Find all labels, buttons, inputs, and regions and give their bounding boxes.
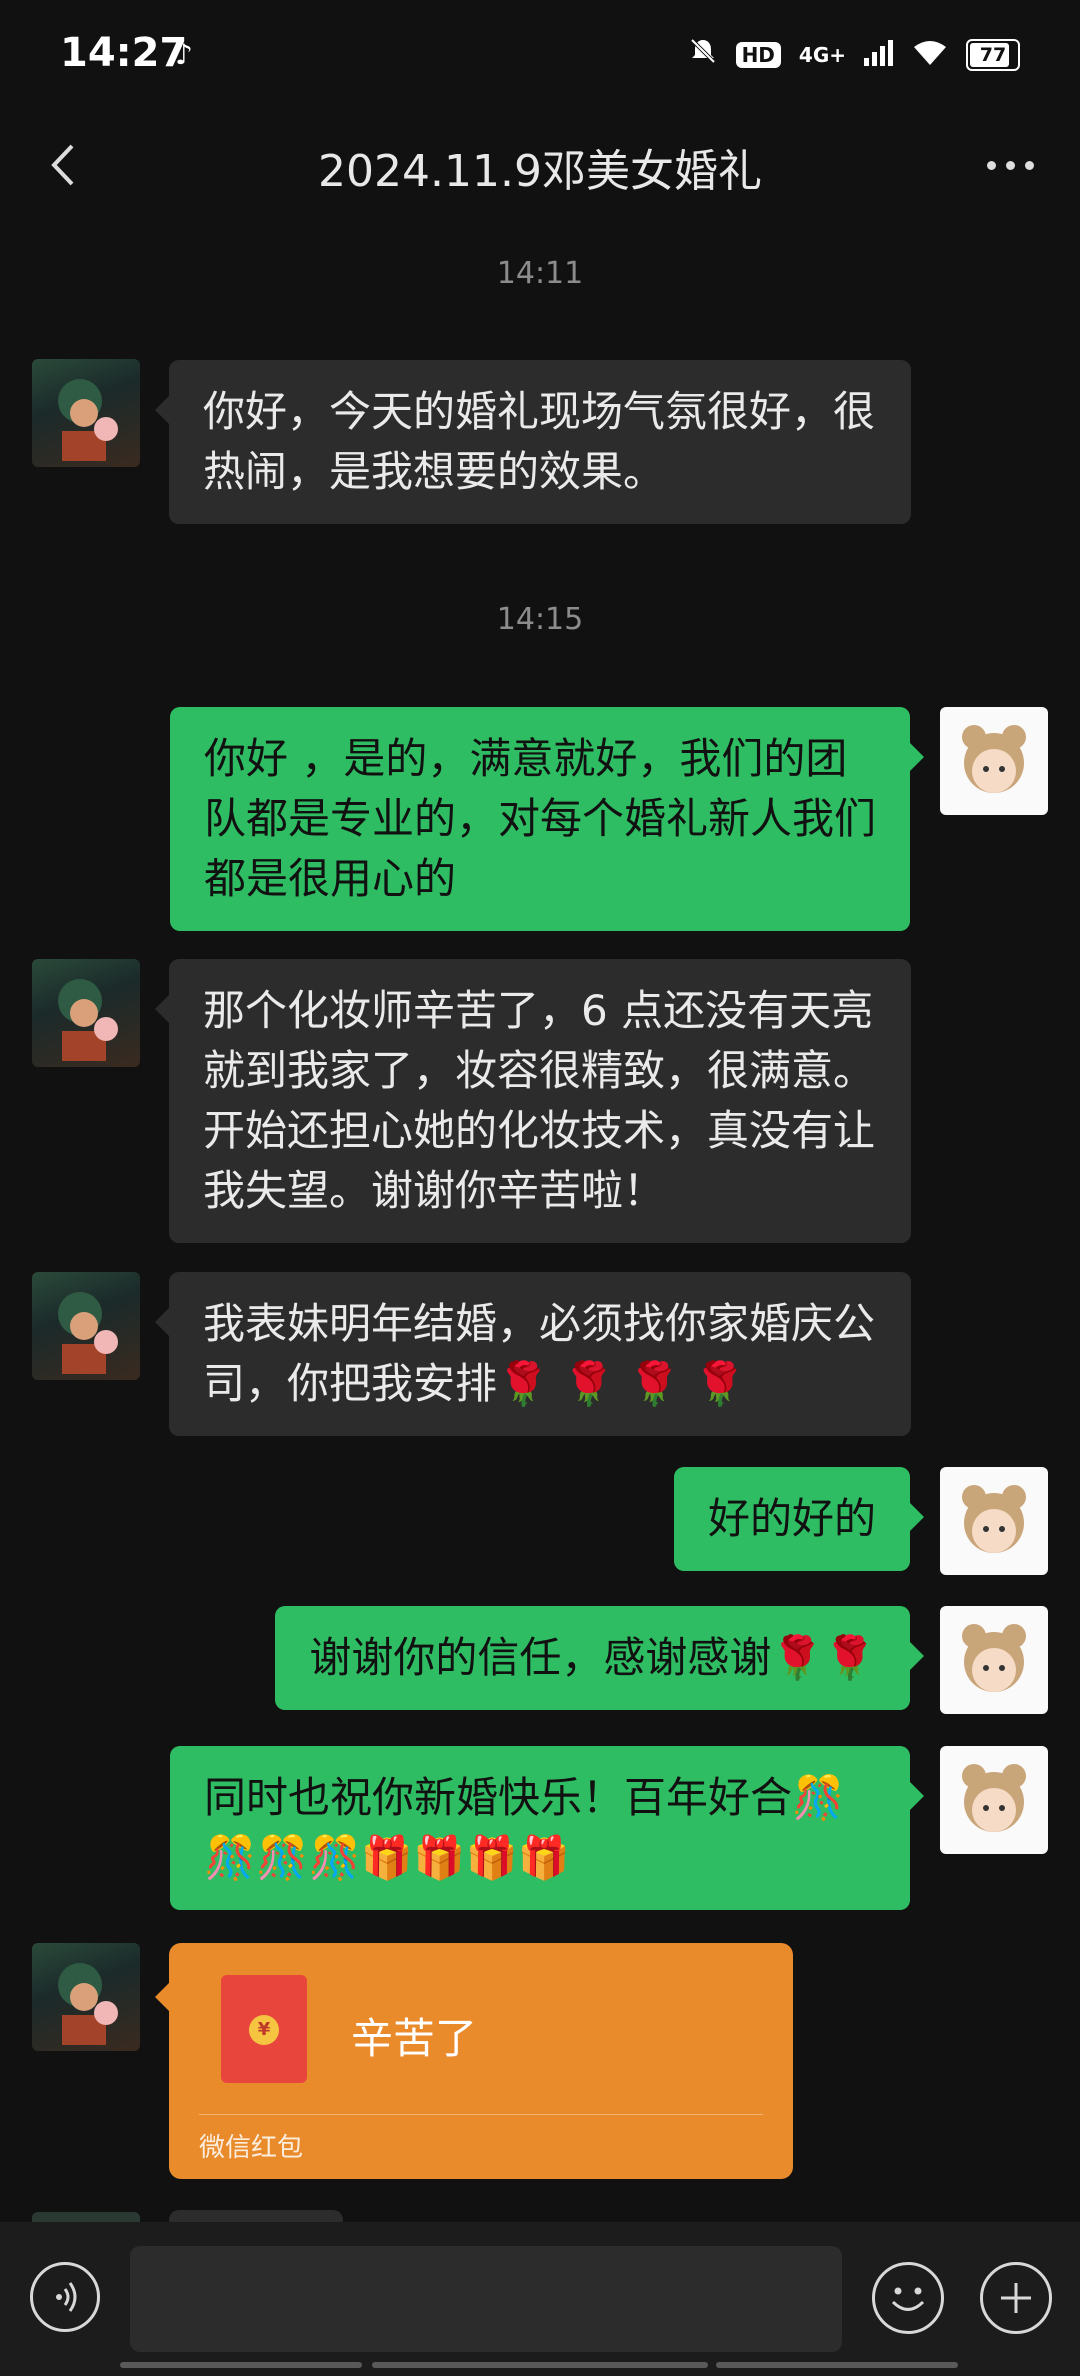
message-input[interactable] <box>130 2246 842 2352</box>
message-bubble[interactable]: 那个化妆师辛苦了，6 点还没有天亮就到我家了，妆容很精致，很满意。开始还担心她的… <box>155 959 911 1243</box>
message-bubble[interactable]: 谢谢你的信任，感谢感谢🌹🌹 <box>275 1606 924 1710</box>
nav-indicator <box>120 2362 362 2368</box>
battery-level: 77 <box>979 43 1007 66</box>
timestamp: 14:15 <box>496 602 584 637</box>
avatar <box>32 2212 140 2222</box>
tiktok-icon: ♪ <box>175 38 193 71</box>
chat-title: 2024.11.9邓美女婚礼 <box>318 146 762 197</box>
avatar[interactable] <box>940 1467 1048 1575</box>
red-packet-message[interactable]: ¥ 辛苦了 微信红包 <box>155 1943 793 2179</box>
message-bubble <box>169 2210 343 2222</box>
input-bar <box>0 2222 1080 2376</box>
avatar[interactable] <box>940 707 1048 815</box>
nav-indicator <box>716 2362 958 2368</box>
message-bubble[interactable]: 好的好的 <box>673 1467 925 1571</box>
avatar[interactable] <box>940 1606 1048 1714</box>
message-bubble[interactable]: 我表妹明年结婚，必须找你家婚庆公司，你把我安排🌹 🌹 🌹 🌹 <box>155 1272 911 1436</box>
voice-button[interactable] <box>30 2262 100 2332</box>
wifi-icon <box>912 39 948 71</box>
message-bubble[interactable]: 你好，今天的婚礼现场气氛很好，很热闹，是我想要的效果。 <box>155 360 911 524</box>
status-time: 14:27 <box>60 30 188 76</box>
chat-header: 2024.11.9邓美女婚礼 <box>0 110 1080 220</box>
mute-bell-icon <box>688 36 718 73</box>
message-bubble[interactable]: 同时也祝你新婚快乐！百年好合🎊🎊🎊🎊🎁🎁🎁🎁 <box>170 1746 924 1910</box>
avatar[interactable] <box>32 959 140 1067</box>
timestamp: 14:11 <box>496 256 584 291</box>
avatar[interactable] <box>32 359 140 467</box>
hd-icon: HD <box>735 41 781 68</box>
network-label: 4G+ <box>798 42 846 67</box>
emoji-button[interactable] <box>872 2262 944 2334</box>
plus-icon <box>1001 2283 1031 2313</box>
plus-button[interactable] <box>980 2262 1052 2334</box>
avatar[interactable] <box>32 1943 140 2051</box>
emoji-icon <box>891 2287 925 2311</box>
red-packet-icon: ¥ <box>221 1975 307 2083</box>
divider <box>199 2114 763 2115</box>
avatar[interactable] <box>940 1746 1048 1854</box>
battery-icon: 77 <box>966 38 1020 71</box>
red-packet-label: 微信红包 <box>199 2133 304 2163</box>
more-button[interactable] <box>980 140 1040 190</box>
voice-icon <box>56 2282 77 2312</box>
status-bar: 14:27 ♪ HD 4G+ 77 <box>0 0 1080 110</box>
red-packet-coin: ¥ <box>249 2015 279 2045</box>
more-icon <box>986 160 1034 170</box>
signal-icon <box>864 39 894 70</box>
nav-indicator <box>372 2362 708 2368</box>
status-icons: HD 4G+ 77 <box>688 36 1020 73</box>
red-packet-title: 辛苦了 <box>351 2014 478 2063</box>
avatar[interactable] <box>32 1272 140 1380</box>
message-bubble[interactable]: 你好 ，是的，满意就好，我们的团队都是专业的，对每个婚礼新人我们都是很用心的 <box>170 707 924 931</box>
